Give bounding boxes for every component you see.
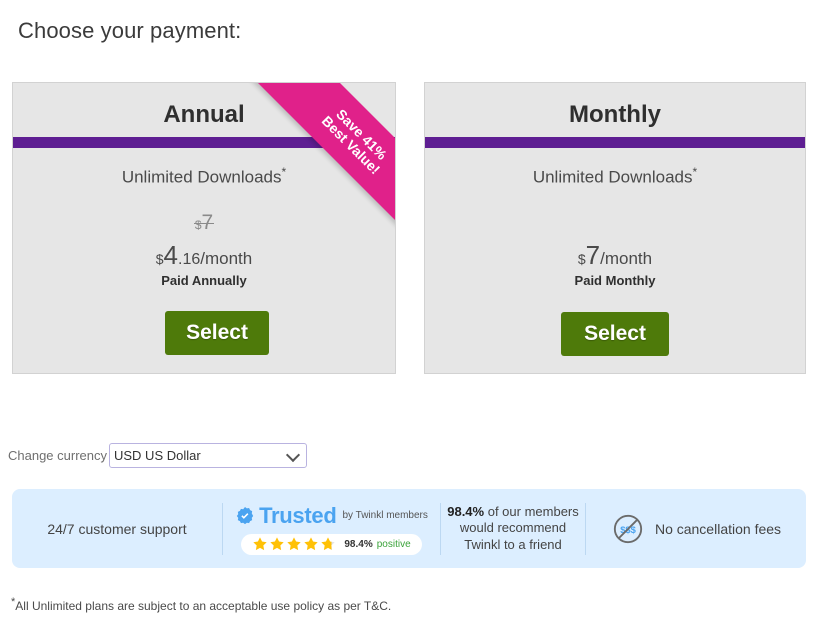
rating-positive-label: positive <box>376 538 411 550</box>
plan-feature-annual: Unlimited Downloads* <box>13 165 395 188</box>
old-price-amount-annual: 7 <box>201 211 214 234</box>
currency-label: Change currency <box>8 448 107 463</box>
plan-feature-text-monthly: Unlimited Downloads <box>532 167 693 187</box>
trust-section-rating[interactable]: Trusted by Twinkl members 98.4% positive <box>222 502 440 555</box>
price-currency-monthly: $ <box>577 251 586 267</box>
verified-badge-icon <box>236 506 254 524</box>
plan-accent-bar-annual <box>13 137 395 148</box>
price-whole-monthly: 7 <box>585 240 601 270</box>
plan-feature-text-annual: Unlimited Downloads <box>121 167 282 187</box>
old-price-currency-annual: $ <box>194 218 202 232</box>
select-button-monthly[interactable]: Select <box>561 312 669 356</box>
plan-billing-note-annual: Paid Annually <box>161 273 247 288</box>
plan-price-annual: $4.16/month <box>13 240 395 271</box>
star-icon <box>270 537 285 551</box>
price-currency-annual: $ <box>155 251 164 267</box>
star-icon <box>253 537 268 551</box>
plan-card-monthly[interactable]: Monthly Unlimited Downloads* $7/month Pa… <box>424 82 806 374</box>
trust-section-recommend: 98.4% of our members would recommend Twi… <box>440 502 585 555</box>
page-title: Choose your payment: <box>18 18 242 43</box>
star-rating <box>252 536 337 552</box>
price-period-monthly: /month <box>600 249 653 268</box>
currency-row: Change currency USD US Dollar <box>8 443 307 468</box>
payment-page: Choose your payment: Annual Unlimited Do… <box>0 0 824 628</box>
trusted-word: Trusted <box>259 502 337 528</box>
recommend-text: 98.4% of our members would recommend Twi… <box>441 504 585 554</box>
plan-title-monthly: Monthly <box>569 101 661 128</box>
plan-billing-note-monthly: Paid Monthly <box>574 273 656 288</box>
plan-price-monthly: $7/month <box>425 240 805 271</box>
star-icon <box>287 537 302 551</box>
no-fees-text: No cancellation fees <box>654 520 782 537</box>
plan-old-price-annual: $7 <box>13 211 395 235</box>
support-text: 24/7 customer support <box>47 520 187 537</box>
footnote-text: All Unlimited plans are subject to an ac… <box>15 599 392 613</box>
rating-percent: 98.4% <box>344 538 373 550</box>
footnote: *All Unlimited plans are subject to an a… <box>11 596 391 613</box>
plan-title-annual: Annual <box>163 101 245 128</box>
select-button-annual[interactable]: Select <box>165 311 269 355</box>
rating-pill[interactable]: 98.4% positive <box>241 533 422 555</box>
no-cancellation-fees-icon: $$$ <box>613 514 643 543</box>
trust-section-no-fees: $$$ No cancellation fees <box>585 502 806 555</box>
plan-accent-bar-monthly <box>425 137 805 148</box>
trust-section-support: 24/7 customer support <box>12 503 222 555</box>
currency-select[interactable]: USD US Dollar <box>109 443 307 468</box>
plan-feature-monthly: Unlimited Downloads* <box>425 165 805 188</box>
plan-feature-asterisk-annual: * <box>281 165 287 179</box>
price-whole-annual: 4 <box>163 240 179 270</box>
trust-bar: 24/7 customer support Trusted by Twinkl … <box>12 489 806 568</box>
star-icon <box>304 537 319 551</box>
plan-card-annual[interactable]: Annual Unlimited Downloads* $7 $4.16/mon… <box>12 82 396 374</box>
no-fees-item: $$$ No cancellation fees <box>611 512 781 546</box>
plan-feature-asterisk-monthly: * <box>692 165 698 179</box>
trusted-headline: Trusted by Twinkl members <box>235 503 428 529</box>
recommend-percent: 98.4% <box>447 503 485 519</box>
star-icon-partial <box>321 537 336 551</box>
currency-select-wrap[interactable]: USD US Dollar <box>109 443 307 468</box>
price-decimal-annual: .16 <box>178 251 201 268</box>
trusted-by-text: by Twinkl members <box>342 510 428 521</box>
price-period-annual: /month <box>200 249 253 268</box>
